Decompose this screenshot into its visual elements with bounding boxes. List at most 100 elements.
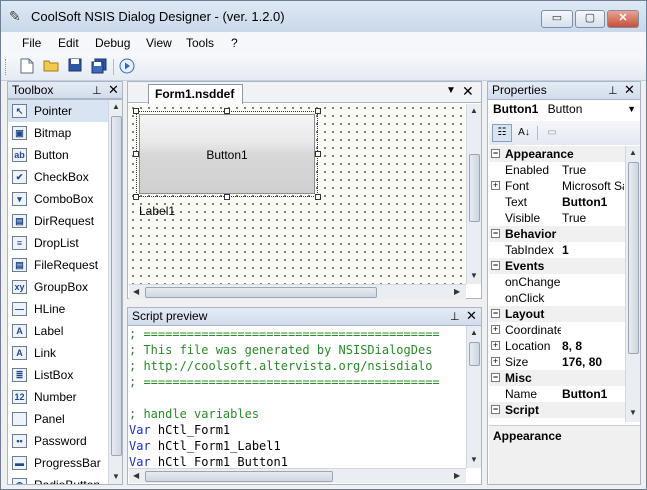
maximize-button[interactable]: ▢ xyxy=(575,10,605,28)
toolbox-item-listbox[interactable]: ≣ ListBox xyxy=(8,364,108,386)
close-icon[interactable]: ✕ xyxy=(466,308,477,324)
property-category-behavior[interactable]: − Behavior xyxy=(489,226,625,242)
script-code-editor[interactable]: ; ======================================… xyxy=(129,326,465,468)
property-row-onchange[interactable]: onChange xyxy=(489,274,625,290)
property-row-text[interactable]: Text Button1 xyxy=(489,194,625,210)
collapse-icon[interactable]: − xyxy=(491,149,500,158)
collapse-icon[interactable]: − xyxy=(491,229,500,238)
close-icon[interactable]: ✕ xyxy=(108,82,119,98)
design-canvas[interactable]: Button1 Label1 xyxy=(129,104,466,284)
resize-handle-w[interactable] xyxy=(133,151,139,157)
categorized-view-icon[interactable]: ☷ xyxy=(492,124,512,142)
pin-icon[interactable]: ⊥ xyxy=(450,309,460,325)
designer-vscrollbar[interactable]: ▲ ▼ xyxy=(466,104,481,284)
new-file-icon[interactable] xyxy=(18,58,36,76)
toolbox-item-dirrequest[interactable]: ▤ DirRequest xyxy=(8,210,108,232)
collapse-icon[interactable]: − xyxy=(491,261,500,270)
expand-icon[interactable]: + xyxy=(491,357,500,366)
property-row-font[interactable]: + Font Microsoft Sans xyxy=(489,178,625,194)
toolbox-item-number[interactable]: 12 Number xyxy=(8,386,108,408)
form-button1[interactable]: Button1 xyxy=(139,114,315,194)
toolbox-item-password[interactable]: •• Password xyxy=(8,430,108,452)
property-value[interactable]: Button1 xyxy=(562,194,624,210)
property-category-layout[interactable]: − Layout xyxy=(489,306,625,322)
property-category-appearance[interactable]: − Appearance xyxy=(489,146,625,162)
property-value[interactable]: True xyxy=(562,210,624,226)
property-category-script[interactable]: − Script xyxy=(489,402,625,418)
close-tab-icon[interactable]: ✕ xyxy=(462,83,474,100)
script-hscroll-thumb[interactable] xyxy=(145,471,333,482)
object-selector-combo[interactable]: Button1 Button ▼ xyxy=(489,100,640,120)
resize-handle-nw[interactable] xyxy=(133,108,139,114)
pin-icon[interactable]: ⊥ xyxy=(608,83,618,99)
close-button[interactable]: ✕ xyxy=(607,10,639,28)
property-row-enabled[interactable]: Enabled True xyxy=(489,162,625,178)
chevron-down-icon[interactable]: ▼ xyxy=(627,100,636,118)
property-category-misc[interactable]: − Misc xyxy=(489,370,625,386)
property-value[interactable]: Microsoft Sans xyxy=(562,178,624,194)
property-value[interactable]: 8, 8 xyxy=(562,338,624,354)
scroll-down-icon[interactable]: ▼ xyxy=(629,408,637,417)
toolbox-item-link[interactable]: A Link xyxy=(8,342,108,364)
toolbox-item-droplist[interactable]: ≡ DropList xyxy=(8,232,108,254)
minimize-button[interactable]: ▭ xyxy=(541,10,573,28)
tab-form1[interactable]: Form1.nsddef xyxy=(148,84,243,104)
property-value[interactable]: True xyxy=(562,162,624,178)
scroll-down-icon[interactable]: ▼ xyxy=(470,271,478,280)
scroll-right-icon[interactable]: ▶ xyxy=(454,471,460,480)
save-icon[interactable] xyxy=(66,58,84,76)
close-icon[interactable]: ✕ xyxy=(624,82,635,98)
designer-vscroll-thumb[interactable] xyxy=(469,154,480,222)
pin-icon[interactable]: ⊥ xyxy=(92,83,102,99)
scroll-left-icon[interactable]: ◀ xyxy=(133,287,139,296)
property-grid[interactable]: −AppearanceEnabledTrue+FontMicrosoft San… xyxy=(489,146,625,422)
toolbox-item-filerequest[interactable]: ▤ FileRequest xyxy=(8,254,108,276)
scroll-up-icon[interactable]: ▲ xyxy=(112,102,120,111)
property-row-size[interactable]: + Size 176, 80 xyxy=(489,354,625,370)
scroll-down-icon[interactable]: ▼ xyxy=(470,455,478,464)
scroll-left-icon[interactable]: ◀ xyxy=(133,471,139,480)
resize-handle-e[interactable] xyxy=(315,151,321,157)
menu-help[interactable]: ? xyxy=(231,36,238,50)
toolbox-scrollbar[interactable]: ▲ ▼ xyxy=(108,100,122,484)
toolbox-item-pointer[interactable]: ↖ Pointer xyxy=(8,100,108,122)
scroll-up-icon[interactable]: ▲ xyxy=(629,148,637,157)
toolbox-item-progressbar[interactable]: ▬ ProgressBar xyxy=(8,452,108,474)
expand-icon[interactable]: + xyxy=(491,341,500,350)
scroll-right-icon[interactable]: ▶ xyxy=(454,287,460,296)
collapse-icon[interactable]: − xyxy=(491,405,500,414)
collapse-icon[interactable]: − xyxy=(491,373,500,382)
property-row-tabindex[interactable]: TabIndex 1 xyxy=(489,242,625,258)
tab-list-dropdown-icon[interactable]: ▼ xyxy=(446,85,456,96)
property-row-coordinates[interactable]: + Coordinates xyxy=(489,322,625,338)
property-value[interactable]: 1 xyxy=(562,242,624,258)
scroll-up-icon[interactable]: ▲ xyxy=(470,106,478,115)
script-vscrollbar[interactable]: ▲ ▼ xyxy=(466,326,481,468)
toolbox-item-groupbox[interactable]: xy GroupBox xyxy=(8,276,108,298)
toolbox-item-radiobutton[interactable]: ◉ RadioButton xyxy=(8,474,108,484)
properties-scrollbar[interactable]: ▲ ▼ xyxy=(625,146,640,422)
scroll-down-icon[interactable]: ▼ xyxy=(112,472,120,481)
toolbox-item-button[interactable]: ab Button xyxy=(8,144,108,166)
toolbox-item-bitmap[interactable]: ▣ Bitmap xyxy=(8,122,108,144)
toolbar-grip[interactable] xyxy=(5,59,8,75)
toolbox-item-combobox[interactable]: ▾ ComboBox xyxy=(8,188,108,210)
script-hscrollbar[interactable]: ◀ ▶ xyxy=(129,468,466,483)
open-folder-icon[interactable] xyxy=(42,58,60,76)
property-row-visible[interactable]: Visible True xyxy=(489,210,625,226)
resize-handle-n[interactable] xyxy=(224,108,230,114)
designer-hscroll-thumb[interactable] xyxy=(145,287,377,298)
toolbox-scroll-thumb[interactable] xyxy=(111,116,122,456)
property-row-onclick[interactable]: onClick xyxy=(489,290,625,306)
toolbox-item-hline[interactable]: — HLine xyxy=(8,298,108,320)
toolbox-item-label[interactable]: A Label xyxy=(8,320,108,342)
property-row-name[interactable]: Name Button1 xyxy=(489,386,625,402)
resize-handle-ne[interactable] xyxy=(315,108,321,114)
save-all-icon[interactable] xyxy=(90,58,108,76)
menu-file[interactable]: File xyxy=(22,36,41,50)
menu-tools[interactable]: Tools xyxy=(186,36,214,50)
property-value[interactable]: 176, 80 xyxy=(562,354,624,370)
resize-handle-sw[interactable] xyxy=(133,194,139,200)
expand-icon[interactable]: + xyxy=(491,325,500,334)
alphabetical-sort-icon[interactable]: A↓ xyxy=(514,124,534,142)
